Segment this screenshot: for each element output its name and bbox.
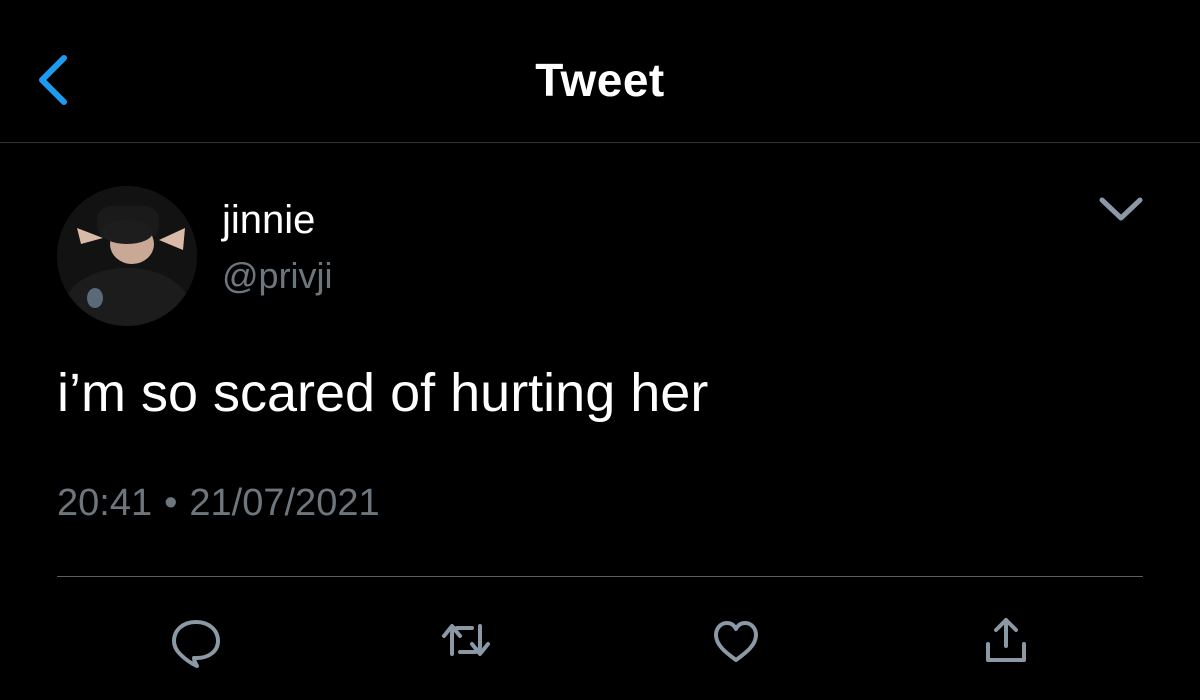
speech-bubble-icon — [172, 620, 220, 668]
chevron-down-icon — [1099, 197, 1143, 221]
top-bar: Tweet — [0, 0, 1200, 143]
avatar-image — [57, 186, 197, 326]
tweet-date: 21/07/2021 — [189, 482, 380, 524]
more-options-button[interactable] — [1096, 190, 1146, 230]
retweet-button[interactable] — [436, 610, 496, 670]
like-button[interactable] — [706, 610, 766, 670]
avatar[interactable] — [57, 186, 197, 326]
retweet-arrows-icon — [442, 624, 490, 656]
author-display-name[interactable]: jinnie — [222, 196, 315, 244]
page-title: Tweet — [535, 54, 665, 106]
tweet-timestamp[interactable]: 20:41 • 21/07/2021 — [57, 480, 380, 526]
share-button[interactable] — [976, 610, 1036, 670]
reply-button[interactable] — [166, 610, 226, 670]
divider — [57, 576, 1143, 577]
share-upload-icon — [986, 618, 1026, 662]
tweet-text: i’m so scared of hurting her — [57, 363, 709, 423]
tweet-time: 20:41 — [57, 482, 153, 524]
timestamp-separator: • — [164, 482, 178, 524]
heart-icon — [714, 621, 758, 662]
author-handle[interactable]: @privji — [222, 254, 333, 298]
